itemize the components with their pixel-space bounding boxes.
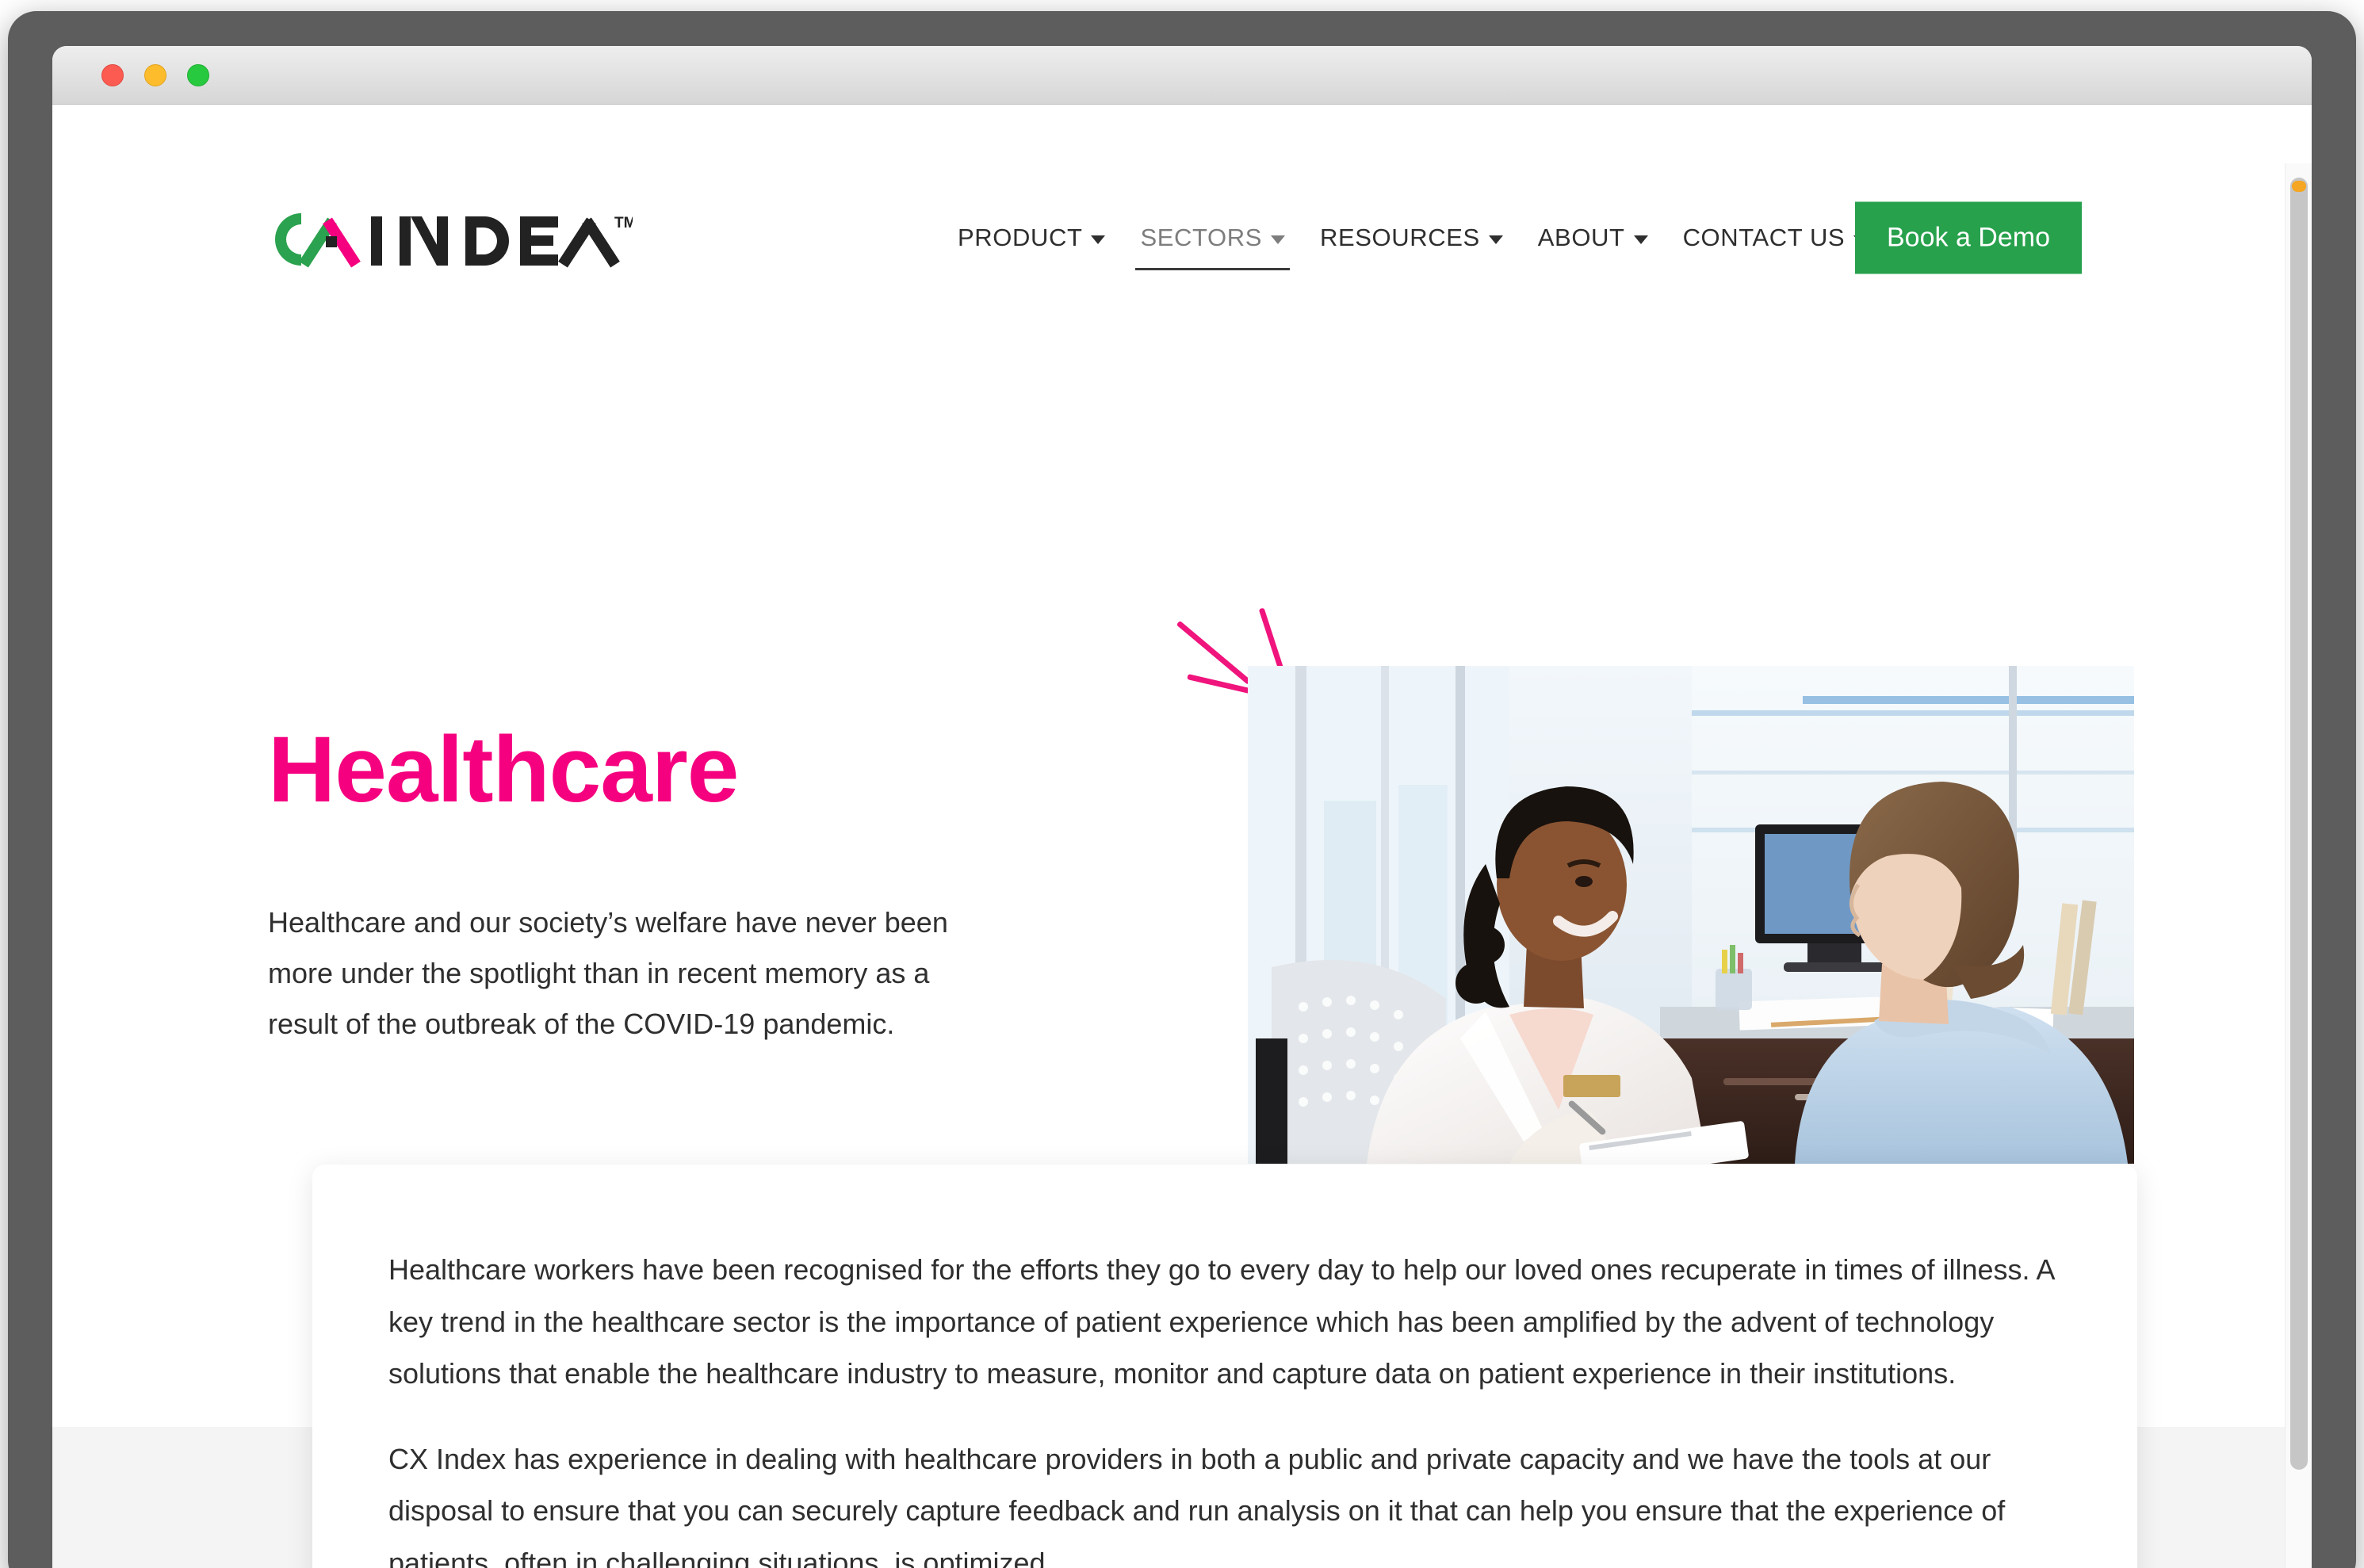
nav-label: ABOUT bbox=[1537, 224, 1625, 251]
cx-index-logo[interactable]: TM bbox=[268, 210, 633, 269]
desktop-background: TM PRODUCT SECTORS RESOURCES ABOUT CONTA… bbox=[0, 0, 2364, 1568]
book-a-demo-button[interactable]: Book a Demo bbox=[1855, 201, 2082, 274]
nav-label: CONTACT US bbox=[1682, 224, 1846, 251]
nav-item-product[interactable]: PRODUCT bbox=[940, 224, 1123, 252]
browser-window: TM PRODUCT SECTORS RESOURCES ABOUT CONTA… bbox=[52, 46, 2312, 1568]
primary-navigation[interactable]: PRODUCT SECTORS RESOURCES ABOUT CONTACT … bbox=[940, 224, 1886, 270]
chevron-down-icon bbox=[1488, 235, 1503, 244]
scrollbar-position-marker bbox=[2292, 181, 2306, 192]
scrollbar-thumb[interactable] bbox=[2290, 178, 2308, 1470]
nav-item-sectors[interactable]: SECTORS bbox=[1123, 224, 1302, 270]
minimize-button[interactable] bbox=[144, 63, 166, 86]
card-paragraph: Healthcare workers have been recognised … bbox=[388, 1253, 2054, 1390]
hero-photo bbox=[1248, 666, 2134, 1164]
page-scrollbar[interactable] bbox=[2285, 163, 2312, 1568]
doctor-patient-photo bbox=[1248, 666, 2134, 1164]
page-viewport: TM PRODUCT SECTORS RESOURCES ABOUT CONTA… bbox=[52, 105, 2312, 1568]
chevron-down-icon bbox=[1633, 235, 1648, 244]
nav-label: PRODUCT bbox=[958, 224, 1083, 251]
traffic-light-group bbox=[101, 63, 209, 86]
window-titlebar bbox=[52, 46, 2312, 105]
zoom-button[interactable] bbox=[187, 63, 209, 86]
chevron-down-icon bbox=[1091, 235, 1106, 244]
nav-item-resources[interactable]: RESOURCES bbox=[1302, 224, 1521, 252]
page-title: Healthcare bbox=[268, 717, 739, 822]
nav-label: RESOURCES bbox=[1319, 224, 1480, 251]
nav-item-about[interactable]: ABOUT bbox=[1521, 224, 1666, 252]
nav-item-contact-us[interactable]: CONTACT US bbox=[1666, 224, 1886, 252]
site-header: TM PRODUCT SECTORS RESOURCES ABOUT CONTA… bbox=[52, 105, 2312, 274]
chevron-down-icon bbox=[1270, 235, 1285, 244]
close-button[interactable] bbox=[101, 63, 124, 86]
browser-frame: TM PRODUCT SECTORS RESOURCES ABOUT CONTA… bbox=[8, 11, 2356, 1568]
hero-subtitle: Healthcare and our society’s welfare hav… bbox=[268, 906, 948, 1041]
logo-mark: TM bbox=[275, 213, 633, 268]
hero-section: Healthcare Healthcare and our society’s … bbox=[52, 263, 2312, 1223]
svg-text:TM: TM bbox=[614, 215, 633, 231]
content-card: Healthcare workers have been recognised … bbox=[312, 1165, 2137, 1568]
nav-label: SECTORS bbox=[1140, 224, 1262, 251]
card-paragraph: CX Index has experience in dealing with … bbox=[388, 1442, 2006, 1568]
